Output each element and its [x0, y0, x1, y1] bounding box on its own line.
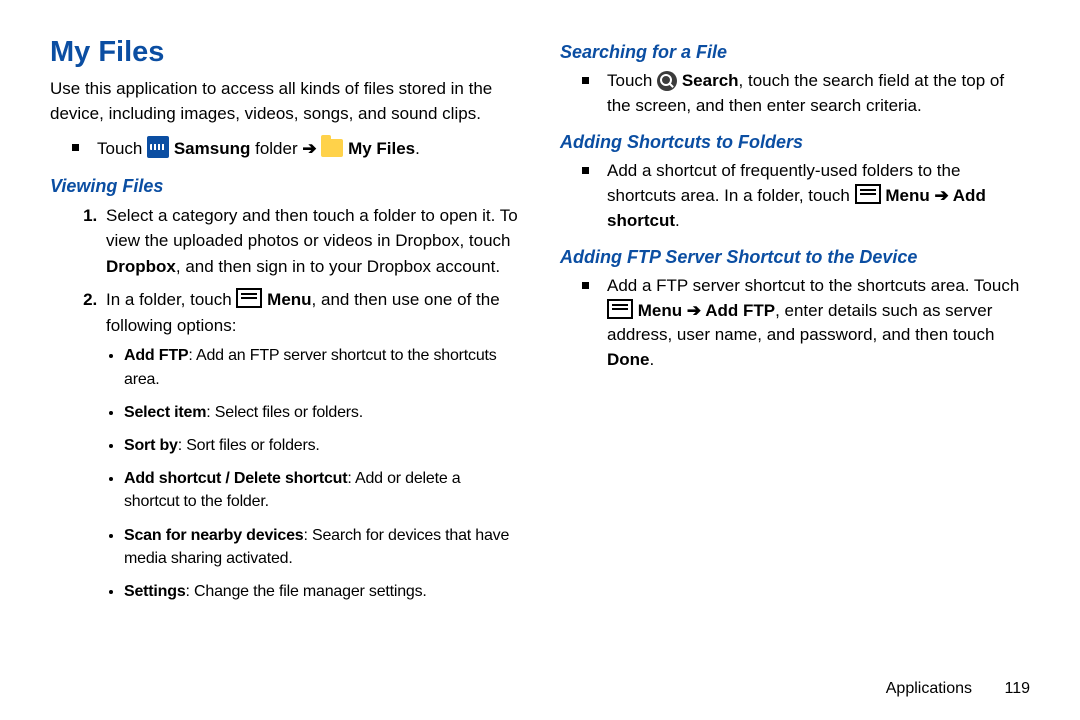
- text: Select a category and then touch a folde…: [106, 206, 518, 251]
- menu-label: Menu: [267, 290, 311, 309]
- menu-icon: [236, 288, 262, 308]
- page-title: My Files: [50, 36, 520, 69]
- bullet-icon: [582, 77, 589, 84]
- text: In a folder, touch: [106, 290, 236, 309]
- add-ftp-label: Add FTP: [705, 301, 775, 320]
- left-column: My Files Use this application to access …: [50, 36, 520, 613]
- text: .: [415, 139, 420, 158]
- myfiles-label: My Files: [348, 139, 415, 158]
- opt-scan-devices: Scan for nearby devices: Search for devi…: [124, 524, 520, 570]
- step-1: Select a category and then touch a folde…: [102, 203, 520, 280]
- menu-icon: [607, 299, 633, 319]
- opt-settings: Settings: Change the file manager settin…: [124, 580, 520, 603]
- menu-options: Add FTP: Add an FTP server shortcut to t…: [124, 344, 520, 603]
- ftp-item: Add a FTP server shortcut to the shortcu…: [582, 274, 1030, 373]
- menu-label: Menu: [885, 186, 929, 205]
- text: Touch: [607, 71, 657, 90]
- searching-item: Touch Search, touch the search field at …: [582, 69, 1030, 118]
- opt-sort-by: Sort by: Sort files or folders.: [124, 434, 520, 457]
- text: .: [650, 350, 655, 369]
- section-searching: Searching for a File: [560, 42, 1030, 63]
- bullet-icon: [582, 167, 589, 174]
- section-viewing-files: Viewing Files: [50, 176, 520, 197]
- menu-icon: [855, 184, 881, 204]
- right-column: Searching for a File Touch Search, touch…: [560, 36, 1030, 613]
- section-ftp: Adding FTP Server Shortcut to the Device: [560, 247, 1030, 268]
- text: folder: [255, 139, 302, 158]
- viewing-steps: Select a category and then touch a folde…: [72, 203, 520, 603]
- text: Add a FTP server shortcut to the shortcu…: [607, 276, 1019, 295]
- intro-text: Use this application to access all kinds…: [50, 77, 520, 126]
- arrow-icon: ➔: [682, 301, 705, 320]
- bullet-icon: [582, 282, 589, 289]
- samsung-label: Samsung: [174, 139, 251, 158]
- search-icon: [657, 71, 677, 91]
- done-label: Done: [607, 350, 650, 369]
- opt-add-delete-shortcut: Add shortcut / Delete shortcut: Add or d…: [124, 467, 520, 513]
- samsung-icon: [147, 136, 169, 158]
- shortcuts-item: Add a shortcut of frequently-used folder…: [582, 159, 1030, 233]
- search-label: Search: [682, 71, 739, 90]
- menu-label: Menu: [638, 301, 682, 320]
- bullet-icon: [72, 144, 79, 151]
- opt-select-item: Select item: Select files or folders.: [124, 401, 520, 424]
- footer-section: Applications: [886, 680, 972, 697]
- footer-page-number: 119: [1004, 680, 1030, 697]
- section-shortcuts: Adding Shortcuts to Folders: [560, 132, 1030, 153]
- nav-path: Touch Samsung folder ➔ My Files.: [72, 136, 520, 162]
- text: Touch: [97, 139, 147, 158]
- arrow-icon: ➔: [302, 139, 316, 158]
- folder-icon: [321, 139, 343, 157]
- text: , and then sign in to your Dropbox accou…: [176, 257, 500, 276]
- dropbox-label: Dropbox: [106, 257, 176, 276]
- step-2: In a folder, touch Menu, and then use on…: [102, 287, 520, 603]
- page-footer: Applications 119: [886, 680, 1030, 698]
- opt-add-ftp: Add FTP: Add an FTP server shortcut to t…: [124, 344, 520, 390]
- text: .: [675, 211, 680, 230]
- arrow-icon: ➔: [930, 186, 953, 205]
